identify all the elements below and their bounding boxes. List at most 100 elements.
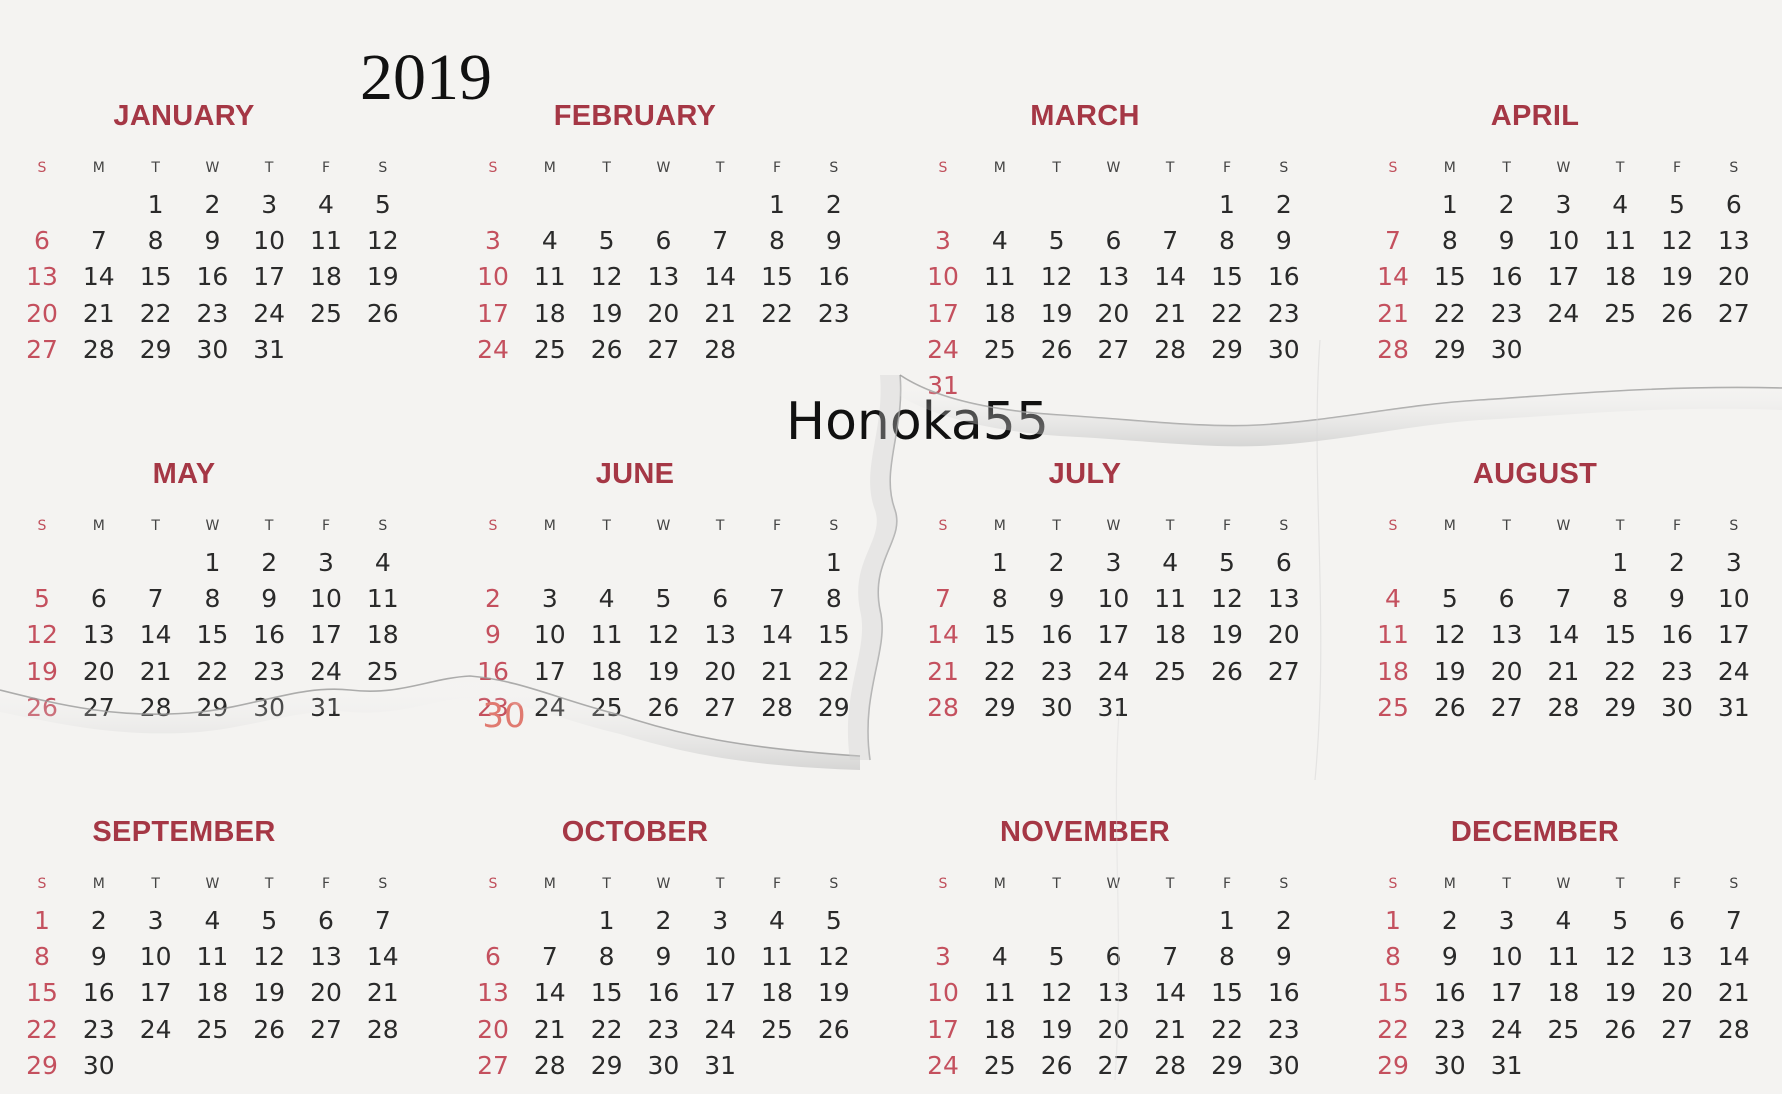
day-cell: 4 — [374, 548, 391, 577]
day-cell: 2 — [1048, 548, 1065, 577]
weekday-header: M — [1443, 876, 1456, 892]
day-cell: 2 — [825, 190, 842, 219]
day-cell: 30 — [253, 692, 286, 722]
day-cell: 25 — [1154, 656, 1187, 686]
day-cell: 26 — [1604, 1014, 1637, 1044]
day-cell: 25 — [983, 1050, 1016, 1080]
day-cell: 2 — [261, 548, 278, 577]
weekday-header: S — [488, 876, 498, 892]
day-cell: 16 — [1040, 620, 1073, 650]
day-cell: 10 — [1097, 584, 1130, 614]
day-cell: 17 — [1097, 620, 1130, 650]
day-cell: 15 — [983, 620, 1016, 650]
day-cell: 26 — [1433, 692, 1466, 722]
day-cell: 31 — [704, 1050, 737, 1080]
day-cell: 25 — [1604, 298, 1637, 328]
weekday-header: M — [543, 160, 556, 176]
weekday-header: T — [715, 160, 725, 176]
day-cell: 27 — [1267, 656, 1300, 686]
day-cell: 7 — [712, 226, 729, 256]
day-cell: 22 — [761, 298, 793, 328]
day-cell: 26 — [1040, 334, 1073, 364]
day-cell: 29 — [983, 692, 1016, 722]
weekday-header: S — [1279, 518, 1289, 534]
day-cell: 9 — [204, 226, 221, 256]
weekday-header: T — [602, 160, 611, 176]
day-cell: 24 — [1490, 1014, 1523, 1044]
day-cell: 7 — [90, 226, 107, 256]
day-cell: 31 — [1717, 692, 1750, 722]
day-cell: 18 — [590, 656, 623, 686]
day-cell: 23 — [1267, 1014, 1300, 1044]
day-cell: 2 — [1275, 190, 1292, 219]
day-cell: 22 — [1377, 1014, 1409, 1044]
day-cell: 24 — [477, 334, 509, 364]
day-cell: 20 — [1717, 262, 1750, 292]
day-cell: 23 — [82, 1014, 115, 1044]
day-cell: 19 — [26, 656, 58, 686]
day-cell: 26 — [253, 1014, 286, 1044]
day-cell: 9 — [1048, 584, 1065, 614]
day-cell: 23 — [1040, 656, 1073, 686]
day-cell: 23 — [1490, 298, 1523, 328]
day-cell: 13 — [1097, 978, 1130, 1008]
day-cell: 9 — [1275, 942, 1292, 972]
day-cell: 14 — [1154, 262, 1187, 292]
day-cell: 8 — [1612, 584, 1629, 614]
day-cell: 3 — [1725, 548, 1742, 577]
weekday-header: W — [1556, 518, 1571, 534]
day-cell: 13 — [1661, 942, 1693, 972]
weekday-header: W — [656, 518, 671, 534]
day-cell: 14 — [139, 620, 172, 650]
day-cell: 7 — [1555, 584, 1572, 614]
day-cell: 29 — [1211, 1050, 1243, 1080]
day-cell: 6 — [1105, 942, 1122, 972]
day-cell: 30 — [1433, 1050, 1466, 1080]
day-cell: 31 — [1490, 1050, 1523, 1080]
day-cell: 4 — [204, 906, 221, 935]
day-cell: 6 — [712, 584, 729, 614]
day-cell: 25 — [761, 1014, 793, 1044]
day-cell: 1 — [1441, 190, 1458, 219]
day-cell: 21 — [704, 298, 737, 328]
day-cell: 10 — [533, 620, 566, 650]
day-cell: 25 — [310, 298, 342, 328]
weekday-header: W — [1106, 518, 1121, 534]
day-cell: 27 — [310, 1014, 342, 1044]
month-january: JANUARY S M T W T F S 1 2 3 4 5 6 7 8 9 10 11 12 13 14 15 16 17 1… — [14, 78, 414, 378]
day-cell: 5 — [1048, 226, 1065, 256]
day-cell: 15 — [1377, 978, 1409, 1008]
day-cell: 13 — [26, 262, 58, 292]
day-cell: 7 — [1162, 942, 1179, 972]
month-title: OCTOBER — [561, 816, 709, 848]
weekday-header: S — [37, 876, 47, 892]
day-cell: 6 — [1498, 584, 1515, 614]
month-february: FEBRUARY S M T W T F S 1 2 3 4 5 6 7 8 9 10 11 12 13 14 15 16 17… — [465, 78, 865, 378]
day-cell: 5 — [374, 190, 391, 219]
weekday-header: T — [1502, 876, 1511, 892]
day-cell: 2 — [204, 190, 221, 219]
day-cell: 19 — [1211, 620, 1243, 650]
day-cell: 7 — [1725, 906, 1742, 935]
day-cell: 8 — [34, 942, 50, 972]
day-cell: 9 — [1669, 584, 1685, 614]
weekday-header: T — [715, 876, 725, 892]
day-cell: 12 — [366, 226, 399, 256]
day-cell: 5 — [1669, 190, 1685, 219]
day-cell: 19 — [253, 978, 286, 1008]
day-cell: 16 — [1433, 978, 1466, 1008]
day-cell: 9 — [1441, 942, 1458, 972]
month-may: MAY S M T W T F S 1 2 3 4 5 6 7 8 9 10 11 12 13 14 15 16 17 18 19 2… — [14, 436, 414, 736]
day-cell: 14 — [1377, 262, 1409, 292]
day-cell: 8 — [1385, 942, 1401, 972]
day-cell: 11 — [1154, 584, 1187, 614]
day-cell: 26 — [366, 298, 399, 328]
weekday-header: F — [1222, 160, 1232, 176]
day-cell: 3 — [485, 226, 501, 256]
day-cell: 5 — [825, 906, 842, 935]
day-cell: 9 — [1498, 226, 1515, 256]
day-cell: 18 — [1377, 656, 1409, 686]
weekday-header: S — [1729, 876, 1739, 892]
day-cell: 3 — [1105, 548, 1122, 577]
weekday-header: T — [1615, 876, 1625, 892]
